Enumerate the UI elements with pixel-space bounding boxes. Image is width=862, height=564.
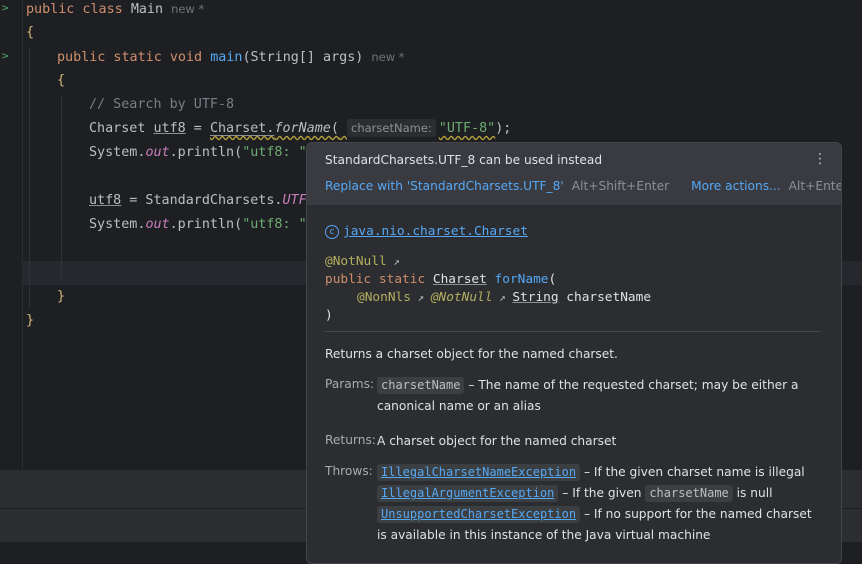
brace: } bbox=[57, 289, 66, 304]
operator: = bbox=[185, 121, 210, 136]
throws-label: Throws: bbox=[325, 464, 373, 478]
signature-method-name: forName bbox=[494, 272, 549, 287]
method-call: .println( bbox=[169, 217, 243, 232]
annotation: @NonNls bbox=[357, 290, 411, 305]
external-link-icon[interactable]: ↗ bbox=[492, 291, 512, 304]
code-line-4[interactable]: { bbox=[57, 69, 65, 93]
class-link[interactable]: java.nio.charset.Charset bbox=[343, 224, 528, 239]
method-call: .println( bbox=[169, 145, 243, 160]
more-actions-shortcut: Alt+Enter bbox=[788, 179, 841, 193]
doc-signature: c java.nio.charset.Charset @NotNull ↗ pub… bbox=[325, 221, 825, 325]
warning-text: StandardCharsets.UTF_8 can be used inste… bbox=[325, 153, 603, 167]
returns-description: A charset object for the named charset bbox=[377, 434, 617, 448]
code-line-7[interactable]: System.out.println("utf8: " bbox=[89, 141, 307, 165]
paren: ) bbox=[325, 308, 333, 323]
run-class-icon[interactable]: > bbox=[1, 3, 9, 14]
signature-return-type[interactable]: Charset bbox=[433, 272, 487, 287]
class-ref: = StandardCharsets. bbox=[121, 193, 283, 208]
variable: utf8 bbox=[153, 121, 186, 136]
class-ref: Charset. bbox=[209, 121, 275, 136]
param-name: charsetName bbox=[566, 290, 652, 305]
paren: ( bbox=[548, 272, 557, 287]
class-ref: System. bbox=[89, 217, 146, 232]
doc-separator bbox=[325, 331, 821, 332]
returns-label: Returns: bbox=[325, 433, 376, 447]
throws-item: IllegalCharsetNameException – If the giv… bbox=[377, 462, 817, 483]
keyword: public class bbox=[26, 2, 123, 17]
keyword: public static void bbox=[57, 50, 203, 65]
class-name: Main bbox=[130, 2, 164, 17]
exception-description: – If the given charset name is illegal bbox=[583, 465, 805, 479]
paren: ( bbox=[330, 121, 339, 136]
exception-link[interactable]: UnsupportedCharsetException bbox=[377, 506, 581, 523]
param-chip: charsetName bbox=[645, 485, 733, 502]
string-literal: "utf8: " bbox=[242, 217, 307, 232]
throws-item: IllegalArgumentException – If the given … bbox=[377, 483, 817, 504]
exception-link[interactable]: IllegalArgumentException bbox=[377, 485, 559, 502]
static-field: UTF bbox=[282, 193, 307, 208]
comment: // Search by UTF-8 bbox=[89, 97, 235, 112]
static-field: out bbox=[145, 217, 170, 232]
indent-guide bbox=[61, 96, 62, 284]
code-line-1[interactable]: public class Main new * bbox=[26, 0, 204, 21]
quick-fix-row: Replace with 'StandardCharsets.UTF_8' Alt… bbox=[325, 179, 841, 193]
code-line-3[interactable]: public static void main(String[] args) ne… bbox=[57, 45, 405, 69]
code-line-5[interactable]: // Search by UTF-8 bbox=[89, 93, 234, 117]
gutter-divider bbox=[22, 0, 23, 470]
class-ref: System. bbox=[89, 145, 146, 160]
exception-description: – If the given bbox=[562, 486, 642, 500]
type: Charset bbox=[89, 121, 146, 136]
parameter-hint: charsetName: bbox=[347, 119, 436, 137]
code-line-6[interactable]: Charset utf8 = Charset.forName( charsetN… bbox=[89, 117, 511, 141]
code-line-10[interactable]: System.out.println("utf8: " bbox=[89, 213, 307, 237]
param-type[interactable]: String bbox=[512, 290, 558, 305]
method-args: (String[] args) bbox=[242, 50, 364, 65]
external-link-icon[interactable]: ↗ bbox=[411, 291, 431, 304]
method-name: main bbox=[210, 50, 243, 65]
doc-description: Returns a charset object for the named c… bbox=[325, 347, 618, 361]
replace-quick-fix-link[interactable]: Replace with 'StandardCharsets.UTF_8' bbox=[325, 179, 564, 193]
method-call: forName bbox=[274, 121, 331, 136]
annotation: @NotNull bbox=[325, 254, 387, 269]
external-link-icon[interactable]: ↗ bbox=[387, 255, 400, 268]
more-options-icon[interactable]: ⋮ bbox=[813, 151, 827, 167]
string-literal: "UTF-8" bbox=[438, 121, 496, 136]
code-line-12[interactable]: } bbox=[57, 285, 65, 309]
run-method-icon[interactable]: > bbox=[1, 51, 9, 62]
fix-shortcut: Alt+Shift+Enter bbox=[571, 179, 670, 193]
code-line-13[interactable]: } bbox=[26, 309, 34, 333]
string-literal: "utf8: " bbox=[242, 145, 307, 160]
static-field: out bbox=[145, 145, 170, 160]
brace: } bbox=[26, 313, 35, 328]
throws-item: UnsupportedCharsetException – If no supp… bbox=[377, 504, 817, 546]
new-badge: new * bbox=[371, 50, 405, 64]
brace: { bbox=[57, 73, 66, 88]
variable: utf8 bbox=[89, 193, 122, 208]
quick-documentation-popup[interactable]: StandardCharsets.UTF_8 can be used inste… bbox=[306, 142, 842, 564]
more-actions-link[interactable]: More actions... bbox=[691, 179, 781, 193]
new-badge: new * bbox=[171, 2, 205, 16]
inspection-warning-section: StandardCharsets.UTF_8 can be used inste… bbox=[307, 143, 841, 205]
brace: { bbox=[26, 25, 35, 40]
exception-description: is null bbox=[736, 486, 773, 500]
code-line-2[interactable]: { bbox=[26, 21, 34, 45]
statement-end: ); bbox=[495, 121, 512, 136]
params-label: Params: bbox=[325, 377, 375, 391]
indent-guide bbox=[29, 48, 30, 308]
param-chip: charsetName bbox=[377, 377, 465, 394]
signature-keyword: public static bbox=[325, 272, 426, 287]
class-icon: c bbox=[325, 224, 339, 239]
code-line-9[interactable]: utf8 = StandardCharsets.UTF bbox=[89, 189, 307, 213]
exception-link[interactable]: IllegalCharsetNameException bbox=[377, 464, 581, 481]
annotation: @NotNull bbox=[430, 290, 493, 305]
